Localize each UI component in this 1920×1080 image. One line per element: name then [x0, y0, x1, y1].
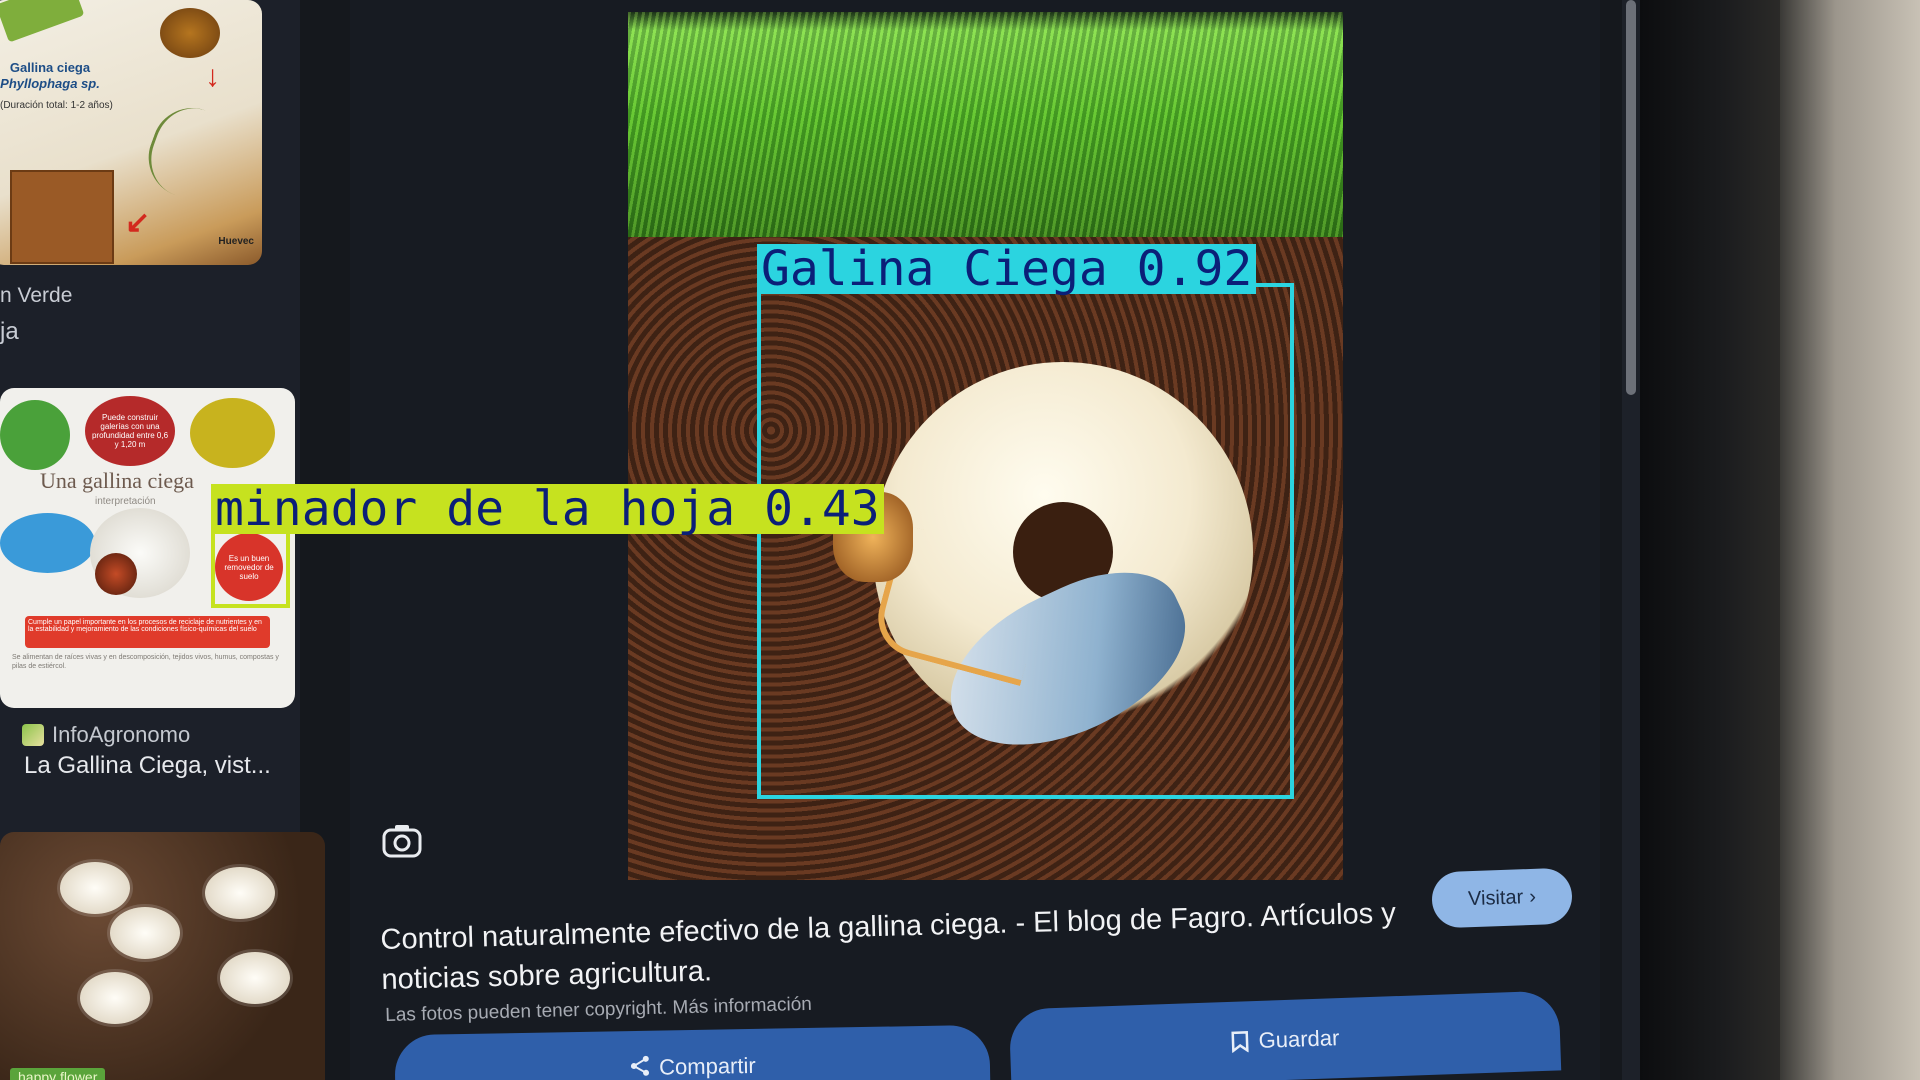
infographic-subtitle: interpretación — [95, 496, 156, 507]
infographic-title: Una gallina ciega — [40, 468, 194, 493]
plant-illustration — [137, 96, 256, 214]
info-bubble-yellow — [190, 398, 275, 468]
visit-button[interactable]: Visitar › — [1431, 867, 1573, 929]
result-caption-line2[interactable]: ja — [0, 318, 19, 346]
info-bubble-red: Puede construir galerías con una profund… — [85, 396, 175, 466]
info-footnote: Se alimentan de raíces vivas y en descom… — [12, 654, 279, 670]
info-bubble-blue — [0, 513, 95, 573]
grub-illustration — [205, 867, 275, 919]
source-name: InfoAgronomo — [52, 722, 191, 747]
detection-label-galina-ciega: Galina Ciega 0.92 — [757, 244, 1257, 294]
card-title-line2: Phyllophaga sp. — [0, 76, 100, 91]
beetle-illustration — [95, 553, 137, 595]
card-title-line1: Gallina ciega — [9, 60, 91, 75]
background-wall — [1780, 0, 1920, 1080]
grub-illustration — [220, 952, 290, 1004]
share-icon — [631, 1055, 650, 1076]
watermark-badge: happy flower — [10, 1068, 106, 1080]
monitor-screen: Gallina ciega Phyllophaga sp. (Duración … — [0, 0, 1650, 1080]
bookmark-icon — [1231, 1031, 1249, 1053]
card-duration: (Duración total: 1-2 años) — [0, 100, 113, 111]
card-title: Gallina ciega Phyllophaga sp. — [0, 60, 100, 92]
detection-box-minador — [211, 530, 290, 608]
info-banner: Cumple un papel importante en los proces… — [25, 616, 270, 648]
grub-illustration — [110, 907, 180, 959]
camera-lens-icon[interactable] — [380, 820, 424, 864]
arrow-icon: ↓ — [205, 60, 220, 93]
save-label: Guardar — [1258, 1025, 1340, 1053]
grass-region — [628, 12, 1343, 242]
detection-label-minador: minador de la hoja 0.43 — [211, 484, 884, 534]
result-source[interactable]: InfoAgronomo — [22, 722, 190, 748]
result-thumbnail-grubs[interactable]: happy flower — [0, 832, 325, 1080]
beetle-illustration — [160, 8, 220, 58]
soil-illustration — [10, 170, 114, 264]
info-bubble-green — [0, 400, 70, 470]
grub-illustration — [60, 862, 130, 914]
arrow-icon: ↙ — [125, 206, 151, 239]
detection-box-galina-ciega — [757, 283, 1294, 799]
card-corner-text: Huevec — [218, 236, 254, 247]
share-button[interactable]: Compartir — [394, 1024, 991, 1080]
scrollbar-thumb[interactable] — [1626, 0, 1636, 395]
share-label: Compartir — [658, 1052, 756, 1080]
result-thumbnail-lifecycle[interactable]: Gallina ciega Phyllophaga sp. (Duración … — [0, 0, 262, 265]
leaf-illustration — [0, 0, 85, 43]
result-title[interactable]: La Gallina Ciega, vist... — [24, 752, 271, 780]
monitor-bezel — [1640, 0, 1780, 1080]
site-favicon-icon — [22, 724, 44, 746]
result-caption-line1[interactable]: n Verde — [0, 284, 72, 308]
grub-illustration — [80, 972, 150, 1024]
chevron-right-icon: › — [1528, 885, 1537, 908]
visit-label: Visitar — [1467, 885, 1524, 910]
